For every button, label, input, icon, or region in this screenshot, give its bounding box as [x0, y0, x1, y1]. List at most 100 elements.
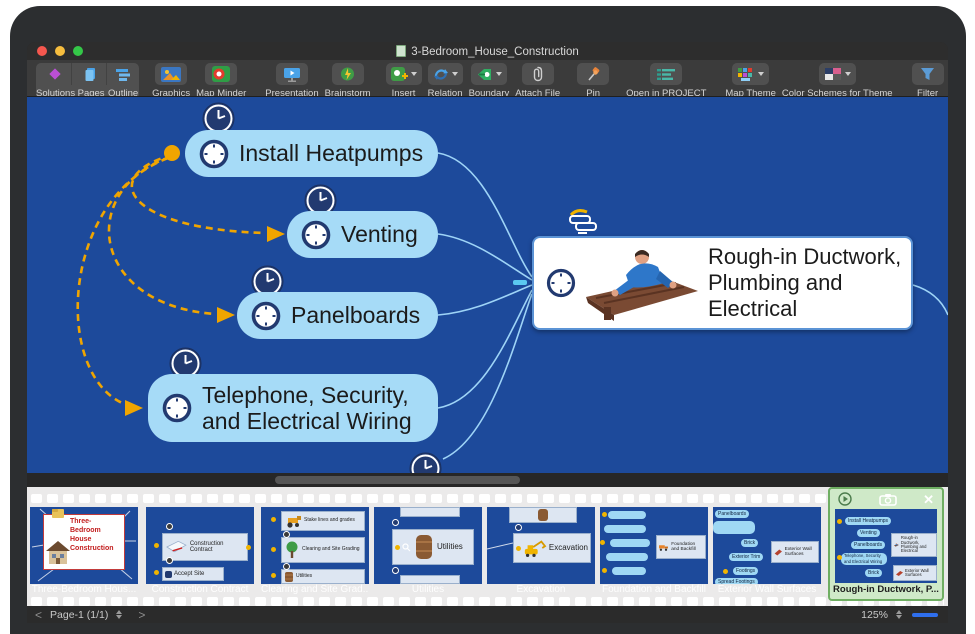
canvas-horizontal-scrollbar[interactable]	[27, 473, 948, 487]
filter-icon	[920, 67, 935, 81]
thumbnail-label: Construction Contract	[146, 584, 254, 595]
contract-illustration	[165, 539, 188, 555]
thumbnail-label: Foundation and Backfill	[600, 584, 708, 595]
presentation-icon	[283, 67, 301, 82]
arrowhead-icon	[267, 226, 285, 242]
wall-illustration	[774, 547, 783, 558]
thumbnail-label: Three-Bedroom Hous...	[30, 584, 138, 595]
solutions-button[interactable]: Solutions	[36, 63, 75, 97]
previous-page-button[interactable]: <	[35, 609, 42, 621]
page-thumbnail[interactable]: Construction Contract Accept Site	[146, 507, 254, 584]
clock-icon	[162, 393, 192, 423]
thumbnail-label: Utilities	[374, 584, 482, 595]
house-illustration	[45, 539, 71, 567]
play-icon[interactable]	[838, 492, 852, 506]
boundary-icon	[476, 67, 493, 82]
document-icon	[396, 45, 406, 57]
page-thumbnail[interactable]: Panelboards Brick Exterior Trim Footings…	[713, 507, 821, 584]
film-perforations	[31, 494, 944, 503]
paperclip-icon	[532, 66, 544, 82]
page-filmstrip: Three- Bedroom House Construction Three-…	[27, 487, 948, 606]
page-thumbnail[interactable]: Excavation	[487, 507, 595, 584]
page-thumbnail[interactable]: Foundation and Backfill	[600, 507, 708, 584]
topic-panelboards[interactable]: Panelboards	[237, 292, 438, 339]
topic-venting[interactable]: Venting	[287, 211, 438, 258]
open-in-project-button[interactable]: Open in PROJECT	[626, 63, 706, 97]
filter-button[interactable]: Filter	[912, 63, 944, 97]
window-title: 3-Bedroom_House_Construction	[27, 45, 948, 58]
main-toolbar: Solutions Pages Outline Graphics Map Min…	[27, 60, 948, 97]
pages-icon	[83, 66, 99, 82]
wall-illustration	[896, 569, 903, 578]
pages-button[interactable]: Pages	[75, 63, 107, 97]
solutions-icon	[47, 66, 63, 82]
thumbnail-label: Exterior Wall Surfaces	[713, 584, 821, 595]
brainstorm-button[interactable]: Brainstorm	[325, 63, 371, 97]
page-thumbnail[interactable]: Utilities	[374, 507, 482, 584]
title-card: Three- Bedroom House Construction	[43, 514, 125, 570]
barrel-illustration	[536, 509, 550, 521]
pin-button[interactable]: Pin	[577, 63, 609, 97]
camera-icon[interactable]	[879, 493, 897, 506]
insert-icon	[391, 67, 408, 82]
graphics-button[interactable]: Graphics	[152, 63, 190, 97]
chevron-down-icon	[758, 72, 764, 76]
outline-icon	[114, 66, 132, 82]
map-minder-icon	[212, 66, 230, 82]
close-icon[interactable]: ✕	[923, 493, 934, 506]
attach-file-button[interactable]: Attach File	[515, 63, 560, 97]
barrel-illustration	[284, 571, 294, 583]
boundary-button[interactable]: Boundary	[469, 63, 510, 97]
relation-button[interactable]: Relation	[428, 63, 463, 97]
arrowhead-icon	[125, 400, 143, 416]
clock-badge-icon	[409, 452, 442, 473]
selected-thumbnail-map: Install Heatpumps Venting Panelboards Te…	[835, 509, 937, 583]
collapse-toggle[interactable]	[513, 280, 527, 285]
arrowhead-icon	[217, 307, 235, 323]
main-topic-rough-in-ductwork[interactable]: Rough-in Ductwork, Plumbing and Electric…	[532, 236, 913, 330]
graphics-icon	[161, 67, 181, 82]
brainstorm-icon	[339, 66, 356, 82]
status-bar: < Page-1 (1/1) > 125%	[27, 606, 948, 623]
presentation-button[interactable]: Presentation	[265, 63, 318, 97]
topic-telephone-security-wiring[interactable]: Telephone, Security, and Electrical Wiri…	[148, 374, 438, 442]
topic-install-heatpumps[interactable]: Install Heatpumps	[185, 130, 438, 177]
pin-icon	[586, 67, 601, 82]
outline-button[interactable]: Outline	[107, 63, 139, 97]
clock-icon	[546, 268, 576, 298]
title-bar: 3-Bedroom_House_Construction	[27, 42, 948, 60]
map-minder-button[interactable]: Map Minder	[196, 63, 246, 97]
map-theme-icon	[737, 67, 755, 82]
map-theme-button[interactable]: Map Theme	[725, 63, 776, 97]
scrollbar-thumb[interactable]	[275, 476, 520, 484]
next-page-button[interactable]: >	[138, 609, 145, 621]
thumb-line	[487, 537, 513, 551]
worker-illustration	[582, 245, 700, 321]
tractor-illustration	[284, 515, 302, 528]
page-stepper[interactable]	[116, 610, 122, 619]
thumbs-up-icon	[165, 571, 172, 578]
page-thumbnail[interactable]: Stake lines and grades Clearing and Site…	[261, 507, 369, 584]
chevron-down-icon	[452, 72, 458, 76]
insert-button[interactable]: Insert	[386, 63, 422, 97]
relation-icon	[433, 67, 449, 82]
page-background: 3-Bedroom_House_Construction Solutions P…	[0, 0, 975, 634]
clock-icon	[301, 220, 331, 250]
multiple-pages-badge-icon	[563, 207, 601, 235]
zoom-slider[interactable]	[912, 613, 938, 617]
excavator-illustration	[523, 538, 547, 558]
page-thumbnail[interactable]: Three- Bedroom House Construction	[30, 507, 138, 584]
open-in-project-icon	[656, 67, 676, 82]
thumbnail-actions: ✕	[830, 489, 942, 509]
selected-page-thumbnail[interactable]: ✕ Install Heatpumps Venting Panelboards …	[828, 487, 944, 601]
film-perforations	[31, 597, 944, 606]
mindmap-canvas[interactable]: Install Heatpumps Venting Panelboards Te…	[27, 97, 948, 473]
clock-icon	[199, 139, 229, 169]
barrel-illustration	[413, 534, 435, 560]
color-schemes-icon	[824, 67, 842, 81]
color-schemes-button[interactable]: Color Schemes for Theme	[782, 63, 893, 97]
folder-icon	[52, 509, 64, 518]
thumbnail-label: Excavation	[487, 584, 595, 595]
zoom-stepper[interactable]	[896, 610, 902, 619]
zoom-level: 125%	[861, 609, 888, 621]
